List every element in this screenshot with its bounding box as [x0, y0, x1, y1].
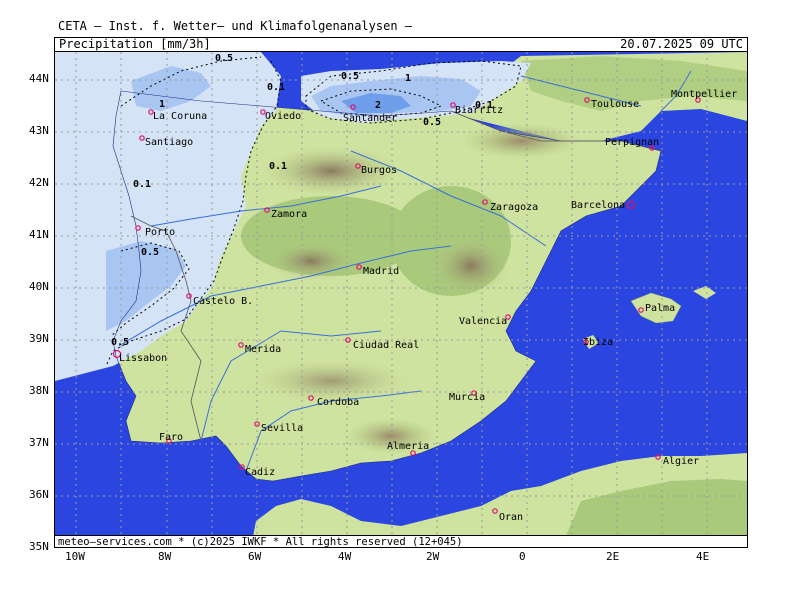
isoline-label: 0.5	[341, 71, 360, 82]
lat-label-42n: 42N	[29, 176, 49, 189]
valid-time: 20.07.2025 09 UTC	[620, 37, 743, 51]
lon-label-4e: 4E	[696, 550, 710, 563]
city-label-sevilla: Sevilla	[261, 423, 304, 434]
isoline-label: 0.1	[475, 100, 494, 111]
city-label-santiago: Santiago	[145, 137, 194, 148]
isoline-label: 0.5	[141, 247, 160, 258]
isoline-label: 0.5	[423, 117, 442, 128]
lon-label-4w: 4W	[338, 550, 352, 563]
isoline-label: 0.1	[269, 161, 288, 172]
city-label-zaragoza: Zaragoza	[490, 202, 539, 213]
city-label-porto: Porto	[145, 227, 176, 238]
isoline-label: 0.1	[133, 179, 152, 190]
lon-label-8w: 8W	[158, 550, 172, 563]
city-label-cadiz: Cadiz	[245, 467, 276, 478]
city-label-faro: Faro	[159, 432, 184, 443]
city-label-montpellier: Montpellier	[671, 89, 738, 100]
lon-label-10w: 10W	[65, 550, 85, 563]
header-bar: Precipitation [mm/3h] 20.07.2025 09 UTC	[54, 37, 748, 52]
city-label-la-coruna: La Coruna	[153, 111, 208, 122]
lon-label-0: 0	[519, 550, 526, 563]
lat-label-43n: 43N	[29, 124, 49, 137]
lat-label-35n: 35N	[29, 540, 49, 553]
lon-label-2e: 2E	[606, 550, 620, 563]
city-label-merida: Merida	[245, 344, 282, 355]
city-label-burgos: Burgos	[361, 165, 398, 176]
city-label-lissabon: Lissabon	[119, 353, 168, 364]
city-label-castelo-b: Castelo B.	[193, 296, 254, 307]
city-label-oviedo: Oviedo	[265, 111, 302, 122]
city-label-santander: Santander	[343, 113, 398, 124]
lat-label-37n: 37N	[29, 436, 49, 449]
city-label-valencia: Valencia	[459, 316, 508, 327]
map-frame[interactable]: La Coruna Oviedo Santander Biarritz Toul…	[54, 51, 748, 548]
credit-bar: meteo–services.com * (c)2025 IWKF * All …	[55, 535, 747, 548]
copyright-credit: meteo–services.com * (c)2025 IWKF * All …	[58, 536, 463, 548]
lon-label-6w: 6W	[248, 550, 262, 563]
parameter-label: Precipitation [mm/3h]	[59, 37, 211, 51]
city-label-zamora: Zamora	[271, 209, 308, 220]
city-label-palma: Palma	[645, 303, 676, 314]
city-label-cordoba: Cordoba	[317, 397, 360, 408]
lat-label-44n: 44N	[29, 72, 49, 85]
lat-label-39n: 39N	[29, 332, 49, 345]
map-canvas[interactable]	[55, 52, 747, 547]
isoline-label: 1	[405, 73, 412, 84]
city-label-ciudad-real: Ciudad Real	[353, 340, 420, 351]
relief-cuenca	[431, 236, 511, 296]
isoline-label: 1	[159, 99, 166, 110]
isoline-label: 2	[375, 100, 382, 111]
city-label-toulouse: Toulouse	[591, 99, 640, 110]
city-label-perpignan: Perpignan	[605, 137, 660, 148]
isoline-label: 0.5	[215, 53, 234, 64]
city-label-almeria: Almeria	[387, 441, 430, 452]
city-label-oran: Oran	[499, 512, 524, 523]
city-label-algier: Algier	[663, 456, 700, 467]
lat-label-40n: 40N	[29, 280, 49, 293]
city-label-madrid: Madrid	[363, 266, 400, 277]
relief-madrid-hills	[266, 241, 356, 281]
city-label-ibiza: Ibiza	[583, 337, 614, 348]
chart-title: CETA – Inst. f. Wetter– und Klimafolgena…	[58, 19, 413, 33]
lat-label-38n: 38N	[29, 384, 49, 397]
city-label-barcelona: Barcelona	[571, 200, 626, 211]
lat-label-36n: 36N	[29, 488, 49, 501]
lat-label-41n: 41N	[29, 228, 49, 241]
city-label-murcia: Murcia	[449, 392, 486, 403]
lon-label-2w: 2W	[426, 550, 440, 563]
isoline-label: 0.1	[267, 82, 286, 93]
isoline-label: 0.5	[111, 337, 130, 348]
